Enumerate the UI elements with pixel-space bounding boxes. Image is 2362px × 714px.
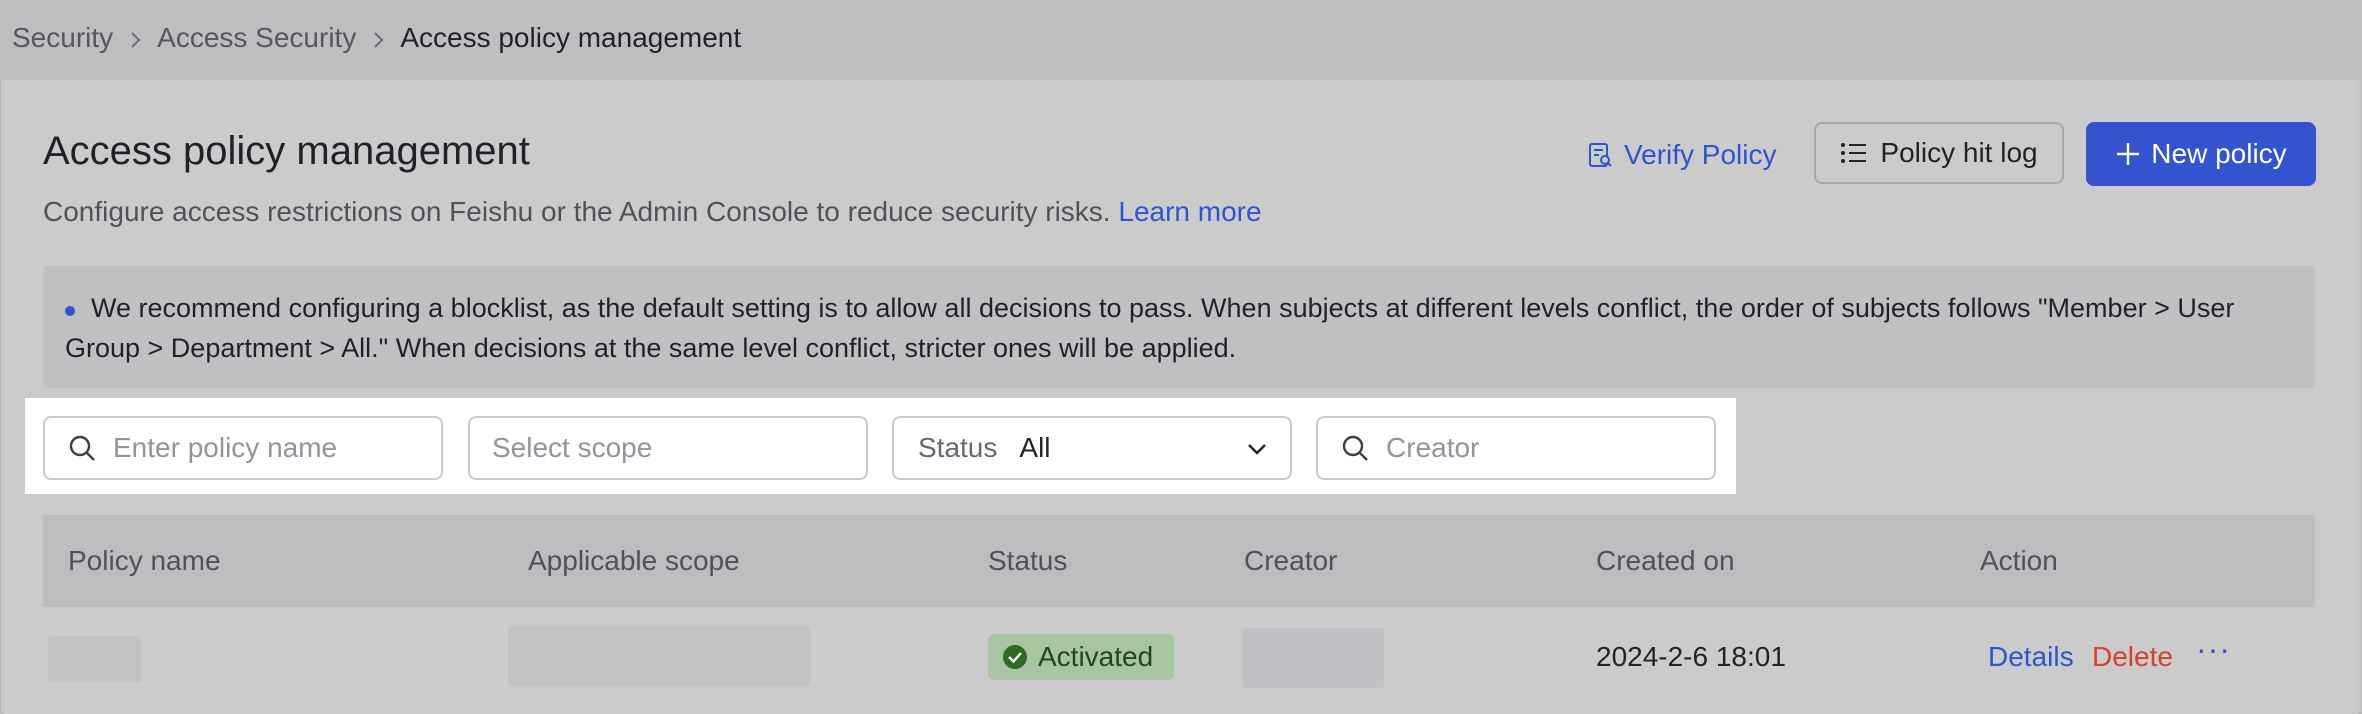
column-header-action: Action — [1980, 545, 2058, 576]
status-select-label: Status — [918, 432, 998, 463]
status-select[interactable]: Status All — [892, 416, 1292, 480]
column-header-policy-name[interactable]: Policy name — [68, 545, 221, 577]
chevron-down-icon — [1246, 438, 1268, 460]
plus-icon — [2115, 141, 2141, 167]
recommendation-notice: We recommend configuring a blocklist, as… — [43, 266, 2315, 388]
verify-policy-button[interactable]: Verify Policy — [1586, 135, 1777, 175]
table-header — [43, 515, 2315, 607]
policy-name-search-input[interactable]: Enter policy name — [43, 416, 443, 480]
check-circle-icon — [1002, 644, 1028, 670]
scope-select[interactable]: Select scope — [468, 416, 868, 480]
page-subtitle: Configure access restrictions on Feishu … — [43, 194, 1262, 230]
chevron-right-icon — [356, 20, 400, 56]
chevron-right-icon — [113, 20, 157, 56]
learn-more-link[interactable]: Learn more — [1118, 196, 1261, 227]
status-select-value: All — [1019, 432, 1051, 463]
redacted-policy-name — [48, 636, 142, 682]
breadcrumb-item-security[interactable]: Security — [12, 20, 113, 56]
scope-placeholder: Select scope — [492, 432, 653, 463]
breadcrumb: Security Access Security Access policy m… — [12, 20, 741, 56]
policy-hit-log-label: Policy hit log — [1880, 137, 2038, 168]
subtitle-text: Configure access restrictions on Feishu … — [43, 196, 1111, 227]
column-header-created-on[interactable]: Created on — [1596, 545, 1735, 577]
status-badge: Activated — [988, 634, 1174, 680]
search-icon — [67, 433, 97, 463]
created-on-cell: 2024-2-6 18:01 — [1596, 641, 1786, 672]
status-badge-label: Activated — [1038, 641, 1154, 672]
new-policy-label: New policy — [2151, 138, 2287, 169]
redacted-creator — [1242, 628, 1384, 688]
more-actions-button[interactable]: ··· — [2196, 632, 2231, 666]
list-icon — [1840, 141, 1868, 165]
column-header-status[interactable]: Status — [988, 545, 1067, 577]
column-header-creator[interactable]: Creator — [1244, 545, 1337, 577]
creator-placeholder: Creator — [1386, 432, 1480, 463]
breadcrumb-item-current: Access policy management — [400, 22, 742, 53]
column-header-applicable-scope[interactable]: Applicable scope — [528, 545, 740, 577]
redacted-applicable-scope — [508, 626, 810, 686]
table-row — [43, 607, 2315, 707]
details-link[interactable]: Details — [1988, 640, 2074, 674]
verify-policy-label: Verify Policy — [1624, 139, 1777, 170]
breadcrumb-item-access-security[interactable]: Access Security — [157, 20, 356, 56]
new-policy-button[interactable]: New policy — [2086, 122, 2316, 186]
document-search-icon — [1586, 141, 1614, 169]
notice-text: We recommend configuring a blocklist, as… — [65, 293, 2235, 363]
breadcrumb-bar: Security Access Security Access policy m… — [0, 0, 2362, 80]
policy-name-placeholder: Enter policy name — [113, 432, 338, 463]
page-title: Access policy management — [43, 129, 530, 173]
creator-search-input[interactable]: Creator — [1316, 416, 1716, 480]
delete-link[interactable]: Delete — [2092, 640, 2173, 674]
search-icon — [1340, 433, 1370, 463]
policy-hit-log-button[interactable]: Policy hit log — [1814, 122, 2064, 184]
